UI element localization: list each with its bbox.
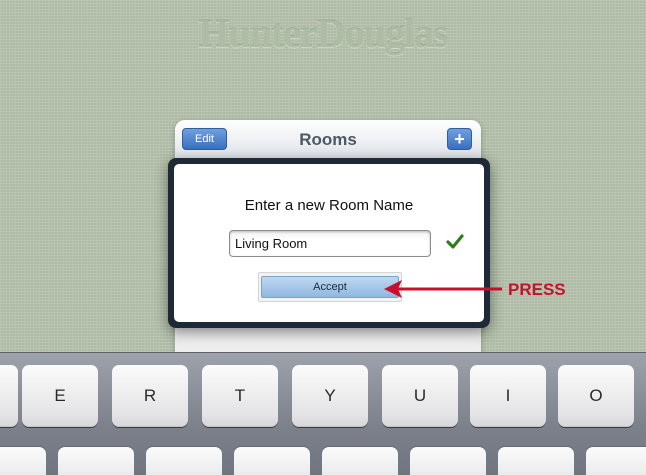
app-screen: HunterDouglas Edit Rooms + Enter a new R… bbox=[0, 0, 646, 475]
dialog-title: Enter a new Room Name bbox=[244, 197, 414, 214]
key-u[interactable]: U bbox=[382, 365, 458, 427]
room-name-input[interactable] bbox=[229, 230, 431, 257]
key-row2-partial[interactable] bbox=[0, 447, 46, 475]
key-row2-partial[interactable] bbox=[146, 447, 222, 475]
checkmark-icon bbox=[446, 234, 464, 249]
key-t[interactable]: T bbox=[202, 365, 278, 427]
accept-button-frame: Accept bbox=[258, 272, 402, 302]
onscreen-keyboard: E R T Y U I O bbox=[0, 352, 646, 475]
key-row2-partial[interactable] bbox=[58, 447, 134, 475]
key-row2-partial[interactable] bbox=[498, 447, 574, 475]
new-room-dialog: Enter a new Room Name Accept bbox=[168, 158, 490, 328]
rooms-header: Edit Rooms + bbox=[175, 120, 481, 160]
key-i[interactable]: I bbox=[470, 365, 546, 427]
key-row2-partial[interactable] bbox=[322, 447, 398, 475]
key-partial[interactable] bbox=[0, 365, 18, 427]
key-row2-partial[interactable] bbox=[234, 447, 310, 475]
press-annotation: PRESS bbox=[508, 280, 566, 299]
key-y[interactable]: Y bbox=[292, 365, 368, 427]
key-row2-partial[interactable] bbox=[410, 447, 486, 475]
arrow-left-icon bbox=[384, 280, 502, 298]
add-room-button[interactable]: + bbox=[447, 128, 472, 150]
key-row2-partial[interactable] bbox=[586, 447, 646, 475]
brand-logo: HunterDouglas bbox=[198, 11, 448, 56]
rooms-title: Rooms bbox=[299, 130, 357, 149]
accept-button[interactable]: Accept bbox=[261, 276, 399, 298]
key-r[interactable]: R bbox=[112, 365, 188, 427]
key-o[interactable]: O bbox=[558, 365, 634, 427]
key-e[interactable]: E bbox=[22, 365, 98, 427]
